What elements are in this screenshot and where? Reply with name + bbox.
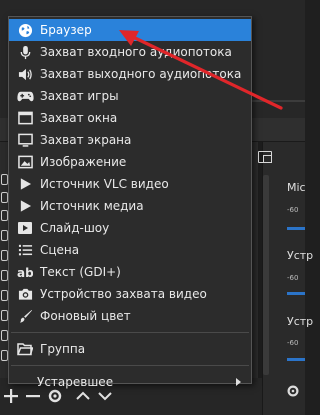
mixer-settings-button[interactable] <box>285 383 303 401</box>
menu-item-label: Захват игры <box>40 89 119 103</box>
slideshow-icon <box>14 217 36 239</box>
menu-item-label: Сцена <box>40 243 80 257</box>
mixer-volume-slider[interactable] <box>287 358 305 361</box>
menu-item-video-capture-device[interactable]: Устройство захвата видео <box>9 283 251 305</box>
window-icon <box>14 107 36 129</box>
globe-icon <box>14 19 36 41</box>
visibility-toggle[interactable] <box>1 250 8 261</box>
undock-icon[interactable] <box>258 151 272 163</box>
list-icon <box>14 239 36 261</box>
camera-icon <box>14 283 36 305</box>
menu-item-vlc-source[interactable]: Источник VLC видео <box>9 173 251 195</box>
mixer-volume-slider[interactable] <box>287 227 305 230</box>
visibility-toggle[interactable] <box>1 350 8 361</box>
menu-item-label: Слайд-шоу <box>40 221 110 235</box>
brush-icon <box>14 305 36 327</box>
play-icon <box>14 173 36 195</box>
gamepad-icon <box>14 85 36 107</box>
menu-item-window-capture[interactable]: Захват окна <box>9 107 251 129</box>
visibility-toggle[interactable] <box>1 330 8 341</box>
menu-item-scene[interactable]: Сцена <box>9 239 251 261</box>
preview-divider <box>252 100 305 102</box>
text-icon: ab <box>14 261 36 283</box>
sources-scrollbar[interactable] <box>263 175 269 375</box>
menu-separator <box>11 365 249 366</box>
svg-text:ab: ab <box>17 266 33 279</box>
menu-item-game-capture[interactable]: Захват игры <box>9 85 251 107</box>
menu-item-label: Захват выходного аудиопотока <box>40 67 242 81</box>
visibility-toggle[interactable] <box>1 210 8 221</box>
menu-item-label: Текст (GDI+) <box>40 265 121 279</box>
mixer-volume-slider[interactable] <box>287 292 305 295</box>
add-source-menu: Браузер Захват входного аудиопотока Захв… <box>8 16 252 389</box>
menu-item-label: Источник медиа <box>40 199 144 213</box>
play-icon <box>14 195 36 217</box>
mixer-channel-label: Mic <box>287 181 306 194</box>
menu-item-color-source[interactable]: Фоновый цвет <box>9 305 251 327</box>
visibility-toggle[interactable] <box>1 270 8 281</box>
menu-item-label: Группа <box>40 342 86 356</box>
image-icon <box>14 151 36 173</box>
menu-item-label: Изображение <box>40 155 127 169</box>
visibility-toggle[interactable] <box>1 310 8 321</box>
microphone-icon <box>14 41 36 63</box>
monitor-icon <box>14 129 36 151</box>
menu-item-media-source[interactable]: Источник медиа <box>9 195 251 217</box>
menu-item-slideshow[interactable]: Слайд-шоу <box>9 217 251 239</box>
menu-item-deprecated[interactable]: Устаревшее <box>9 371 251 393</box>
visibility-toggle[interactable] <box>1 192 8 203</box>
menu-item-audio-input-capture[interactable]: Захват входного аудиопотока <box>9 41 251 63</box>
menu-item-browser[interactable]: Браузер <box>9 19 251 41</box>
menu-item-audio-output-capture[interactable]: Захват выходного аудиопотока <box>9 63 251 85</box>
menu-item-label: Устаревшее <box>37 375 114 389</box>
menu-item-label: Фоновый цвет <box>40 309 131 323</box>
menu-item-label: Браузер <box>40 23 92 37</box>
menu-item-label: Захват входного аудиопотока <box>40 45 232 59</box>
visibility-toggle[interactable] <box>1 174 8 185</box>
folder-icon <box>14 338 36 360</box>
gear-icon <box>287 385 299 397</box>
submenu-arrow-icon <box>236 378 241 386</box>
menu-item-display-capture[interactable]: Захват экрана <box>9 129 251 151</box>
menu-item-group[interactable]: Группа <box>9 338 251 360</box>
mixer-db-label: -60 <box>287 274 299 282</box>
menu-item-image[interactable]: Изображение <box>9 151 251 173</box>
menu-separator <box>11 332 249 333</box>
menu-item-text-gdi[interactable]: ab Текст (GDI+) <box>9 261 251 283</box>
mixer-db-label: -60 <box>287 339 299 347</box>
source-visibility-column <box>0 172 8 378</box>
speaker-icon <box>14 63 36 85</box>
visibility-toggle[interactable] <box>1 290 8 301</box>
mixer-db-label: -60 <box>287 206 299 214</box>
visibility-toggle[interactable] <box>1 230 8 241</box>
menu-item-label: Устройство захвата видео <box>40 287 207 301</box>
menu-item-label: Захват экрана <box>40 133 132 147</box>
menu-item-label: Захват окна <box>40 111 118 125</box>
mixer-channel-label: Устр <box>287 315 314 328</box>
menu-item-label: Источник VLC видео <box>40 177 169 191</box>
mixer-channel-label: Устр <box>287 249 314 262</box>
